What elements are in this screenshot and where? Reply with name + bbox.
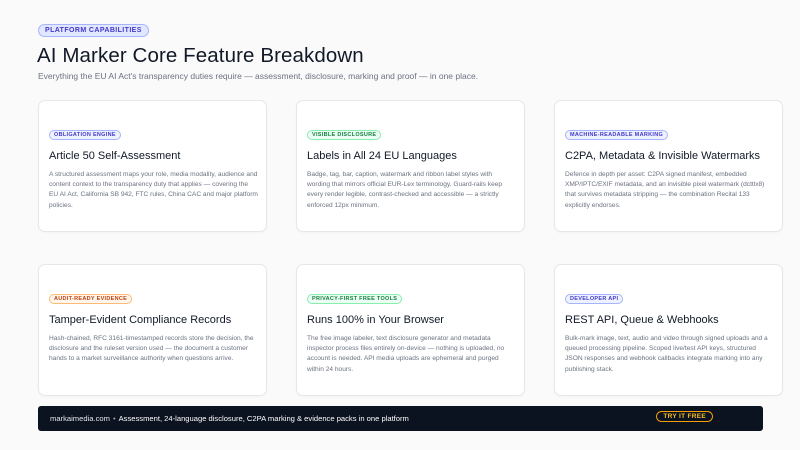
feature-title: Labels in All 24 EU Languages — [307, 150, 457, 162]
footer-bar: markaimedia.com • Assessment, 24-language … — [38, 406, 763, 431]
feature-description: Defence in depth per asset: C2PA signed … — [565, 171, 765, 209]
feature-badge: MACHINE-READABLE MARKING — [565, 130, 669, 140]
feature-description: The free image labeler, text disclosure … — [307, 335, 505, 373]
feature-title: Runs 100% in Your Browser — [307, 314, 444, 326]
feature-description: Badge, tag, bar, caption, watermark and … — [307, 171, 503, 209]
feature-title: Tamper-Evident Compliance Records — [49, 314, 232, 326]
feature-badge: AUDIT-READY EVIDENCE — [49, 294, 133, 304]
page-title: AI Marker Core Feature Breakdown — [37, 44, 364, 67]
feature-title: REST API, Queue & Webhooks — [565, 314, 719, 326]
footer-text: markaimedia.com • Assessment, 24-language … — [50, 414, 409, 423]
feature-card-browser-tools: PRIVACY-FIRST FREE TOOLS Runs 100% in Yo… — [296, 264, 525, 396]
feature-card-developer-api: DEVELOPER API REST API, Queue & Webhooks… — [554, 264, 783, 396]
feature-title: Article 50 Self-Assessment — [49, 150, 181, 162]
feature-description: A structured assessment maps your role, … — [49, 171, 258, 209]
feature-description: Hash-chained, RFC 3161-timestamped recor… — [49, 335, 254, 363]
footer-separator: • — [112, 414, 116, 423]
feature-card-c2pa-watermarks: MACHINE-READABLE MARKING C2PA, Metadata … — [554, 100, 783, 232]
feature-badge: VISIBLE DISCLOSURE — [307, 130, 382, 140]
feature-card-self-assessment: OBLIGATION ENGINE Article 50 Self-Assess… — [38, 100, 267, 232]
try-it-free-button[interactable]: TRY IT FREE — [656, 411, 713, 422]
feature-description: Bulk-mark image, text, audio and video t… — [565, 335, 768, 373]
footer-domain-link[interactable]: markaimedia.com — [50, 414, 110, 423]
feature-title: C2PA, Metadata & Invisible Watermarks — [565, 150, 761, 162]
feature-badge: DEVELOPER API — [565, 294, 624, 304]
footer-tagline: Assessment, 24-language disclosure, C2PA… — [118, 414, 409, 423]
page-subtitle: Everything the EU AI Act's transparency … — [38, 71, 479, 81]
feature-badge: OBLIGATION ENGINE — [49, 130, 121, 140]
feature-card-eu-languages: VISIBLE DISCLOSURE Labels in All 24 EU L… — [296, 100, 525, 232]
platform-capabilities-badge: PLATFORM CAPABILITIES — [38, 24, 149, 37]
feature-badge: PRIVACY-FIRST FREE TOOLS — [307, 294, 403, 304]
feature-card-compliance-records: AUDIT-READY EVIDENCE Tamper-Evident Comp… — [38, 264, 267, 396]
